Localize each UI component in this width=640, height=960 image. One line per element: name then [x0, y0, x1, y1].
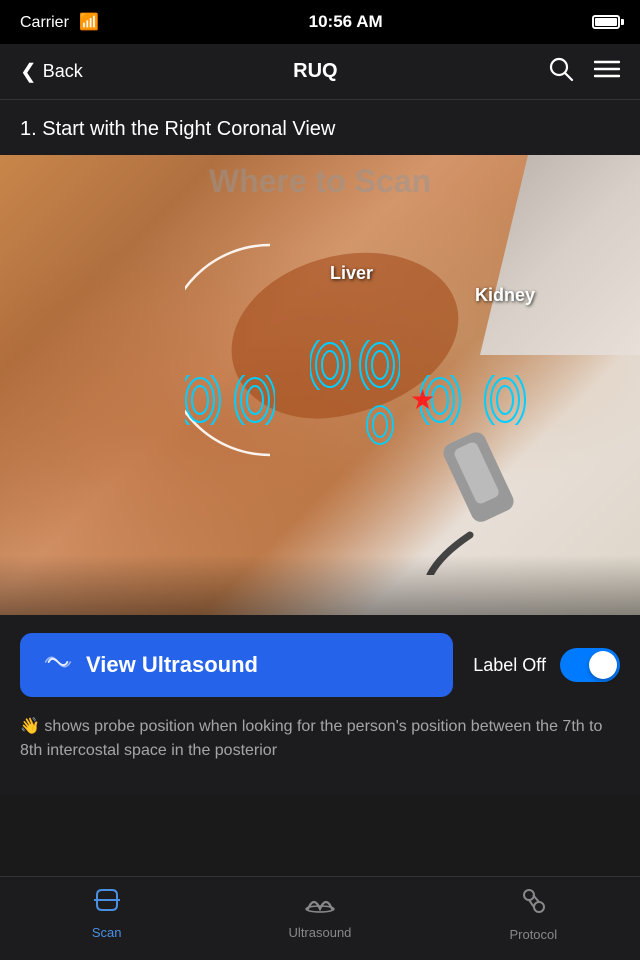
ultrasound-tab-icon [304, 887, 336, 920]
back-chevron-icon: ❮ [20, 59, 37, 84]
scan-tab-icon [93, 887, 121, 920]
content-header: 1. Start with the Right Coronal View [0, 100, 640, 155]
body-text: 👋 shows probe position when looking for … [0, 715, 640, 795]
tab-scan[interactable]: Scan [0, 887, 213, 940]
scan-image: Where to Scan Liver Kidney [0, 155, 640, 615]
wave-group-left [185, 375, 275, 425]
ultrasound-tab-label: Ultrasound [289, 925, 352, 940]
label-toggle-area: Label Off [473, 648, 620, 682]
step-title: 1. Start with the Right Coronal View [20, 118, 620, 141]
ultrasound-btn-icon [44, 651, 72, 680]
search-icon[interactable] [548, 56, 574, 88]
bottom-gradient [0, 555, 640, 615]
icon-probe-indicator: 👋 [20, 718, 40, 735]
protocol-tab-label: Protocol [509, 927, 557, 942]
kidney-label: Kidney [475, 285, 535, 306]
nav-title: RUQ [293, 60, 337, 83]
view-ultrasound-button[interactable]: View Ultrasound [20, 633, 453, 697]
scan-tab-label: Scan [92, 925, 122, 940]
carrier-label: Carrier 📶 [20, 12, 99, 32]
tab-ultrasound[interactable]: Ultrasound [213, 887, 426, 940]
label-toggle[interactable] [560, 648, 620, 682]
probe-hand [380, 395, 580, 575]
back-button[interactable]: ❮ Back [20, 59, 83, 84]
tab-bar: Scan Ultrasound Protocol [0, 876, 640, 960]
nav-bar: ❮ Back RUQ [0, 44, 640, 100]
label-off-text: Label Off [473, 655, 546, 676]
liver-label: Liver [330, 263, 373, 284]
time-label: 10:56 AM [309, 12, 383, 32]
view-ultrasound-label: View Ultrasound [86, 652, 258, 678]
menu-icon[interactable] [594, 59, 620, 85]
tab-protocol[interactable]: Protocol [427, 887, 640, 942]
body-text-content: shows probe position when looking for th… [20, 718, 602, 759]
protocol-tab-icon [519, 887, 547, 922]
nav-icons [548, 56, 620, 88]
back-label: Back [43, 61, 83, 82]
toggle-knob [589, 651, 617, 679]
status-bar: Carrier 📶 10:56 AM [0, 0, 640, 44]
bottom-controls: View Ultrasound Label Off [0, 615, 640, 715]
battery-icon [592, 15, 620, 29]
battery-area [592, 15, 620, 29]
